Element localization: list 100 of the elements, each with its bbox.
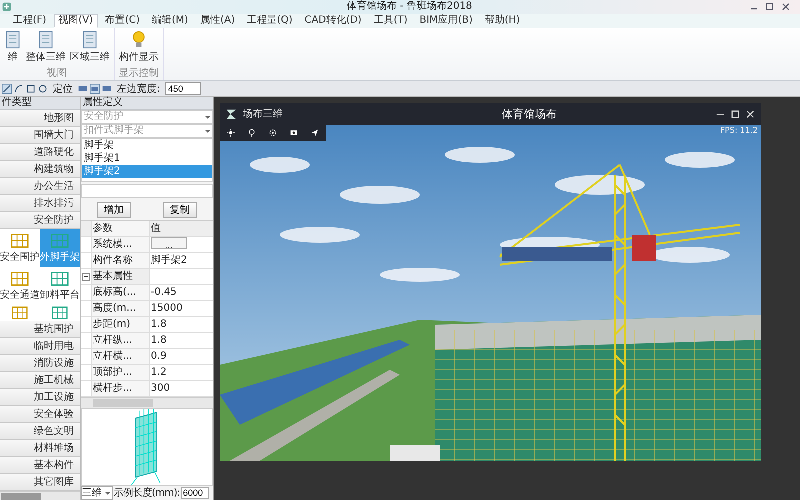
category-item[interactable]: 安全防护 xyxy=(0,212,80,229)
horizontal-scrollbar[interactable] xyxy=(81,397,213,408)
bulb-icon[interactable] xyxy=(248,129,256,137)
send-icon[interactable] xyxy=(311,129,320,137)
category-item[interactable]: 材料堆场 xyxy=(0,440,80,457)
category-item[interactable]: 临时用电 xyxy=(0,338,80,355)
menu-tab[interactable]: CAD转化(D) xyxy=(300,14,367,28)
window-title: 体育馆场布 - 鲁班场布2018 xyxy=(347,0,472,14)
length-input[interactable]: 6000 xyxy=(181,487,210,499)
category-item[interactable]: 其它图库 xyxy=(0,474,80,491)
sun-icon[interactable] xyxy=(226,129,235,137)
panel-button[interactable]: 增加 xyxy=(97,202,131,218)
ribbon-button[interactable]: 整体三维 xyxy=(25,28,67,66)
camera-icon[interactable] xyxy=(290,129,298,137)
line-tool-icon[interactable] xyxy=(2,84,12,94)
bulb-icon xyxy=(130,30,148,50)
column-header: 值 xyxy=(150,222,162,236)
menu-tab[interactable]: 属性(A) xyxy=(195,14,240,28)
property-name: 立杆纵... xyxy=(92,333,150,348)
property-value[interactable]: 1.8 xyxy=(150,317,213,332)
property-value[interactable]: 脚手架2 xyxy=(150,253,213,268)
logo-icon xyxy=(226,108,237,120)
viewer-logo-text: 场布三维 xyxy=(243,108,283,121)
caret-icon[interactable] xyxy=(104,489,112,497)
app-logo-icon[interactable] xyxy=(2,2,12,12)
menu-tab[interactable]: 编辑(M) xyxy=(147,14,194,28)
panel-button[interactable]: 复制 xyxy=(163,202,197,218)
menu-tab[interactable]: 工程量(Q) xyxy=(242,14,298,28)
property-value[interactable]: 1.8 xyxy=(150,333,213,348)
frame-icon xyxy=(49,305,71,321)
maximize-icon[interactable] xyxy=(731,110,740,118)
close-icon[interactable] xyxy=(746,110,755,118)
position-label[interactable]: 定位 xyxy=(53,82,73,96)
category-item[interactable]: 围墙大门 xyxy=(0,127,80,144)
frame-icon xyxy=(9,305,31,321)
category-item[interactable]: 基本构件 xyxy=(0,457,80,474)
ribbon-button[interactable]: 构件显示 xyxy=(118,28,160,66)
group-label: 显示控制 xyxy=(119,66,159,81)
fps-counter: FPS: 11.2 xyxy=(720,126,758,135)
align-right-icon[interactable] xyxy=(102,84,112,94)
width-label: 左边宽度: xyxy=(117,82,160,96)
property-value[interactable]: 15000 xyxy=(150,301,213,316)
collapse-toggle-icon[interactable] xyxy=(82,272,90,280)
list-item[interactable]: 脚手架1 xyxy=(82,152,212,165)
property-name: 构件名称 xyxy=(92,253,150,268)
category-item[interactable]: 基坑围护 xyxy=(0,321,80,338)
view-dropdown[interactable]: 三维 xyxy=(81,486,113,500)
category-item[interactable]: 排水排污 xyxy=(0,195,80,212)
panel-title: 属性定义 xyxy=(83,97,123,108)
property-name: 步距(m) xyxy=(92,317,150,332)
property-name: 基本属性 xyxy=(92,269,150,284)
category-item[interactable]: 安全体验 xyxy=(0,406,80,423)
menu-tab[interactable]: 工程(F) xyxy=(8,14,52,28)
property-value[interactable]: 0.9 xyxy=(150,349,213,364)
horizontal-scrollbar[interactable] xyxy=(0,491,80,500)
menu-tab[interactable]: 视图(V) xyxy=(54,14,98,28)
category-item[interactable]: 构建筑物 xyxy=(0,161,80,178)
document-icon xyxy=(37,30,55,50)
gear-icon[interactable] xyxy=(268,129,277,137)
document-icon xyxy=(81,30,99,50)
align-left-icon[interactable] xyxy=(78,84,88,94)
name-input[interactable] xyxy=(81,184,213,198)
frame-icon xyxy=(49,232,71,250)
menu-tab[interactable]: BIM应用(B) xyxy=(414,14,478,28)
restore-icon[interactable] xyxy=(764,2,776,12)
category-item[interactable]: 办公生活 xyxy=(0,178,80,195)
frame-icon xyxy=(49,270,71,288)
property-value[interactable]: 1.2 xyxy=(150,365,213,380)
group-label: 视图 xyxy=(47,66,67,81)
property-value[interactable]: 300 xyxy=(150,381,213,396)
arc-tool-icon[interactable] xyxy=(14,84,24,94)
circle-tool-icon[interactable] xyxy=(38,84,48,94)
property-name: 立杆横... xyxy=(92,349,150,364)
length-label: 示例长度(mm): xyxy=(114,486,180,500)
property-name: 系统模... xyxy=(92,237,150,252)
ribbon-button[interactable]: 区域三维 xyxy=(69,28,111,66)
category-item[interactable]: 绿色文明 xyxy=(0,423,80,440)
category-item[interactable]: 消防设施 xyxy=(0,355,80,372)
category-item[interactable]: 施工机械 xyxy=(0,372,80,389)
align-center-icon[interactable] xyxy=(90,84,100,94)
browse-button[interactable]: ... xyxy=(151,237,187,249)
width-input[interactable]: 450 xyxy=(165,82,202,95)
category-item[interactable]: 加工设施 xyxy=(0,389,80,406)
ribbon-button[interactable]: 维 xyxy=(3,28,23,66)
category-item[interactable]: 道路硬化 xyxy=(0,144,80,161)
menu-tab[interactable]: 布置(C) xyxy=(100,14,146,28)
menu-tab[interactable]: 工具(T) xyxy=(368,14,413,28)
frame-icon xyxy=(9,270,31,288)
category-item[interactable]: 地形图 xyxy=(0,110,80,127)
property-value[interactable]: -0.45 xyxy=(150,285,213,300)
frame-icon xyxy=(9,232,31,250)
property-name: 高度(m... xyxy=(92,301,150,316)
document-icon xyxy=(4,30,22,50)
menu-tab[interactable]: 帮助(H) xyxy=(480,14,526,28)
property-name: 顶部护... xyxy=(92,365,150,380)
close-icon[interactable] xyxy=(780,2,792,12)
rectangle-tool-icon[interactable] xyxy=(26,84,36,94)
column-header: 参数 xyxy=(92,221,150,236)
list-item[interactable]: 脚手架 xyxy=(82,139,212,152)
property-name: 横杆步... xyxy=(92,381,150,396)
